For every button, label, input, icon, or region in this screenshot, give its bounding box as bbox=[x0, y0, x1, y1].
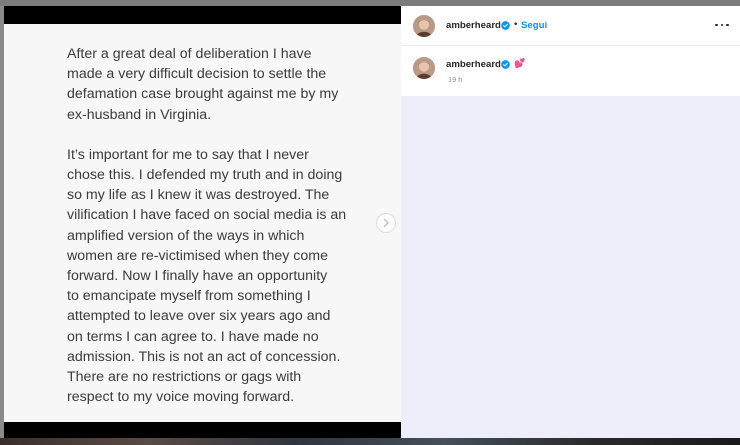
comments-area bbox=[401, 96, 740, 439]
more-options-icon[interactable] bbox=[715, 19, 729, 31]
post-media[interactable]: After a great deal of deliberation I hav… bbox=[4, 6, 401, 439]
media-letterbox-bottom bbox=[4, 422, 401, 439]
media-letterbox-top bbox=[4, 6, 401, 24]
more-dot bbox=[715, 23, 718, 27]
post-author-username[interactable]: amberheard bbox=[446, 20, 501, 31]
avatar[interactable] bbox=[413, 57, 435, 79]
avatar-photo bbox=[413, 15, 435, 37]
chevron-right-icon bbox=[383, 218, 389, 228]
avatar-photo bbox=[413, 57, 435, 79]
caption-username[interactable]: amberheard bbox=[446, 59, 501, 70]
statement-paragraph-1: After a great deal of deliberation I hav… bbox=[67, 46, 339, 123]
statement-image: After a great deal of deliberation I hav… bbox=[4, 24, 401, 422]
carousel-next-button[interactable] bbox=[376, 213, 396, 233]
post-timestamp[interactable]: 19 h bbox=[448, 75, 462, 84]
instagram-post-viewer: After a great deal of deliberation I hav… bbox=[0, 0, 740, 445]
caption: amberheard 💕 19 h bbox=[401, 46, 740, 96]
follow-button[interactable]: Segui bbox=[521, 20, 547, 31]
more-dot bbox=[720, 23, 724, 27]
statement-text: After a great deal of deliberation I hav… bbox=[67, 44, 357, 427]
post-details-panel: amberheard • Segui amberheard 💕 19 h bbox=[401, 6, 740, 439]
background-thumbnails bbox=[0, 438, 740, 445]
more-dot bbox=[726, 23, 729, 27]
caption-emoji: 💕 bbox=[514, 58, 526, 68]
post-header: amberheard • Segui bbox=[401, 6, 740, 46]
statement-paragraph-2: It’s important for me to say that I neve… bbox=[67, 146, 347, 406]
separator-dot: • bbox=[514, 19, 518, 30]
verified-badge-icon bbox=[501, 60, 510, 69]
verified-badge-icon bbox=[501, 21, 510, 30]
avatar[interactable] bbox=[413, 15, 435, 37]
